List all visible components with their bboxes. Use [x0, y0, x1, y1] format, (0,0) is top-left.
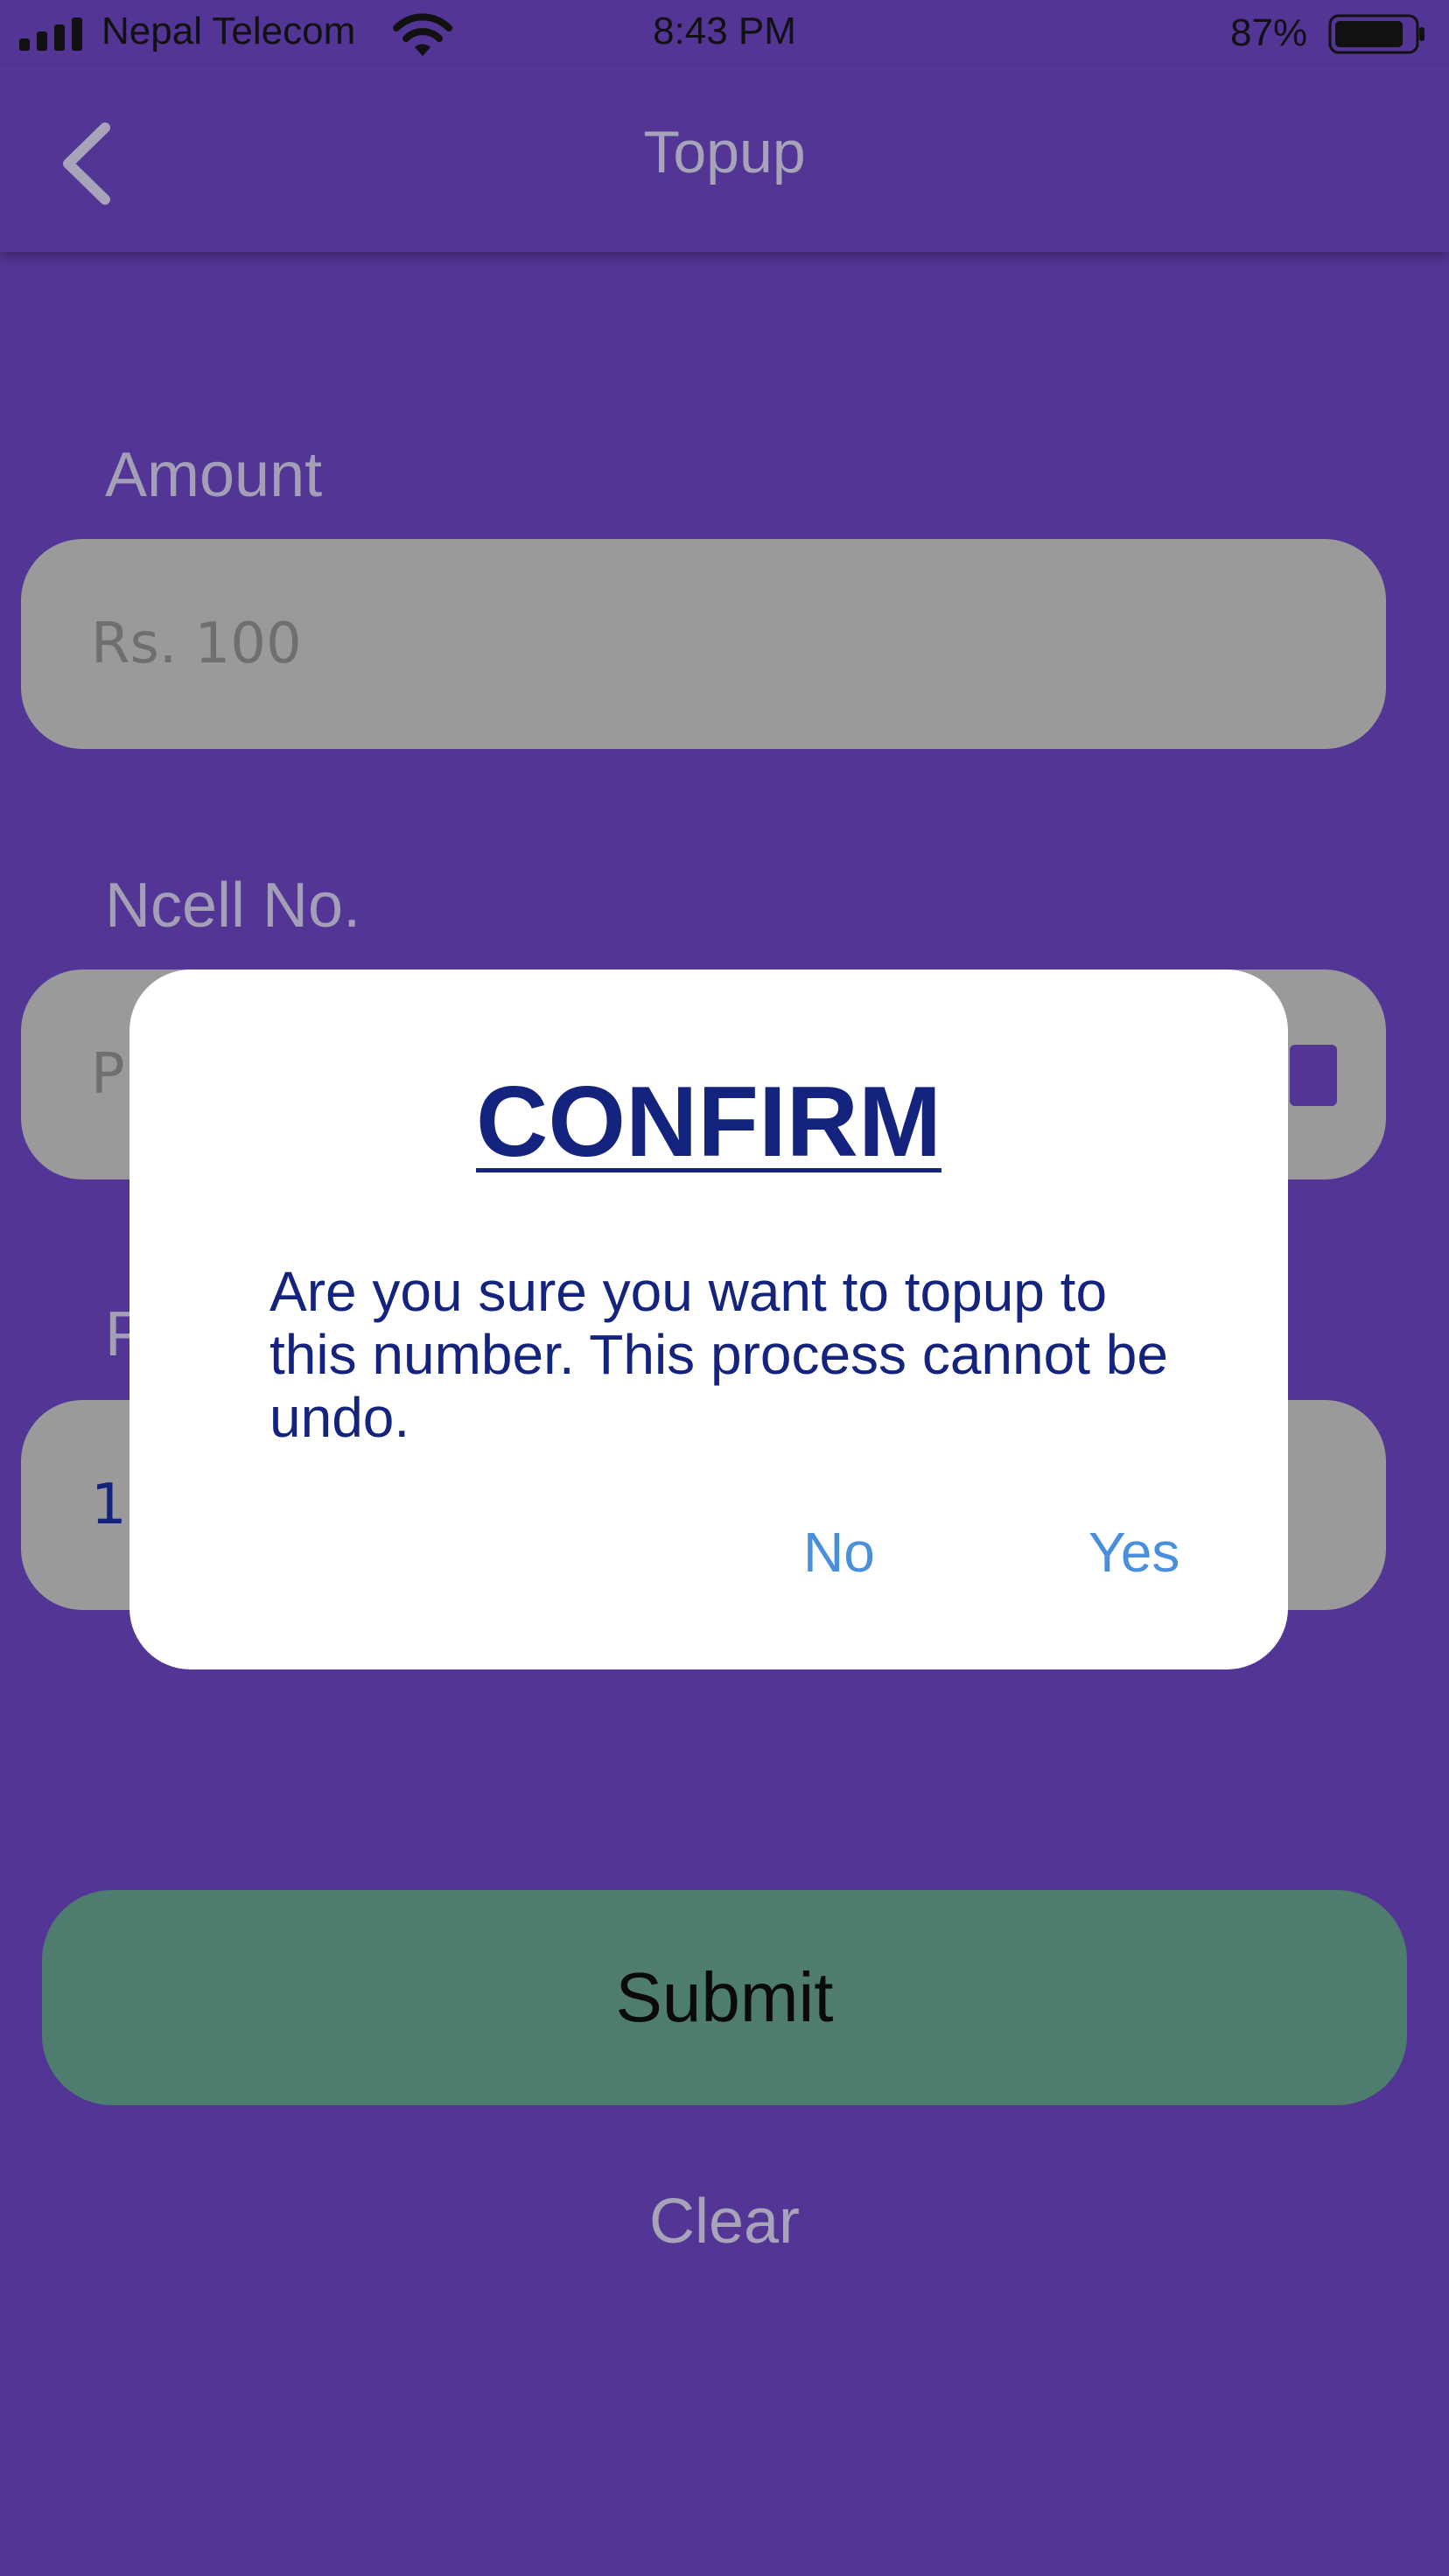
no-button[interactable]: No [803, 1517, 875, 1587]
dialog-message: Are you sure you want to topup to this n… [270, 1260, 1168, 1449]
yes-button[interactable]: Yes [1088, 1517, 1180, 1587]
amount-placeholder: Rs. 100 [91, 612, 302, 676]
page-title: Topup [643, 119, 806, 186]
status-bar: Nepal Telecom 8:43 PM 87% [0, 0, 1449, 66]
submit-button-label: Submit [615, 1958, 834, 2036]
nav-bar: Topup [0, 66, 1449, 252]
confirm-dialog: CONFIRM Are you sure you want to topup t… [130, 970, 1288, 1670]
contact-picker-icon[interactable] [1290, 1045, 1337, 1106]
submit-button[interactable]: Submit [42, 1890, 1407, 2105]
amount-label: Amount [105, 440, 323, 510]
ncell-number-label: Ncell No. [105, 871, 361, 941]
clear-button[interactable]: Clear [0, 2182, 1449, 2261]
battery-icon [1328, 14, 1424, 54]
battery-percentage: 87% [1230, 11, 1308, 54]
amount-input[interactable]: Rs. 100 [21, 539, 1386, 749]
ncell-number-placeholder: P [91, 1042, 125, 1107]
dialog-title: CONFIRM [476, 1067, 942, 1178]
